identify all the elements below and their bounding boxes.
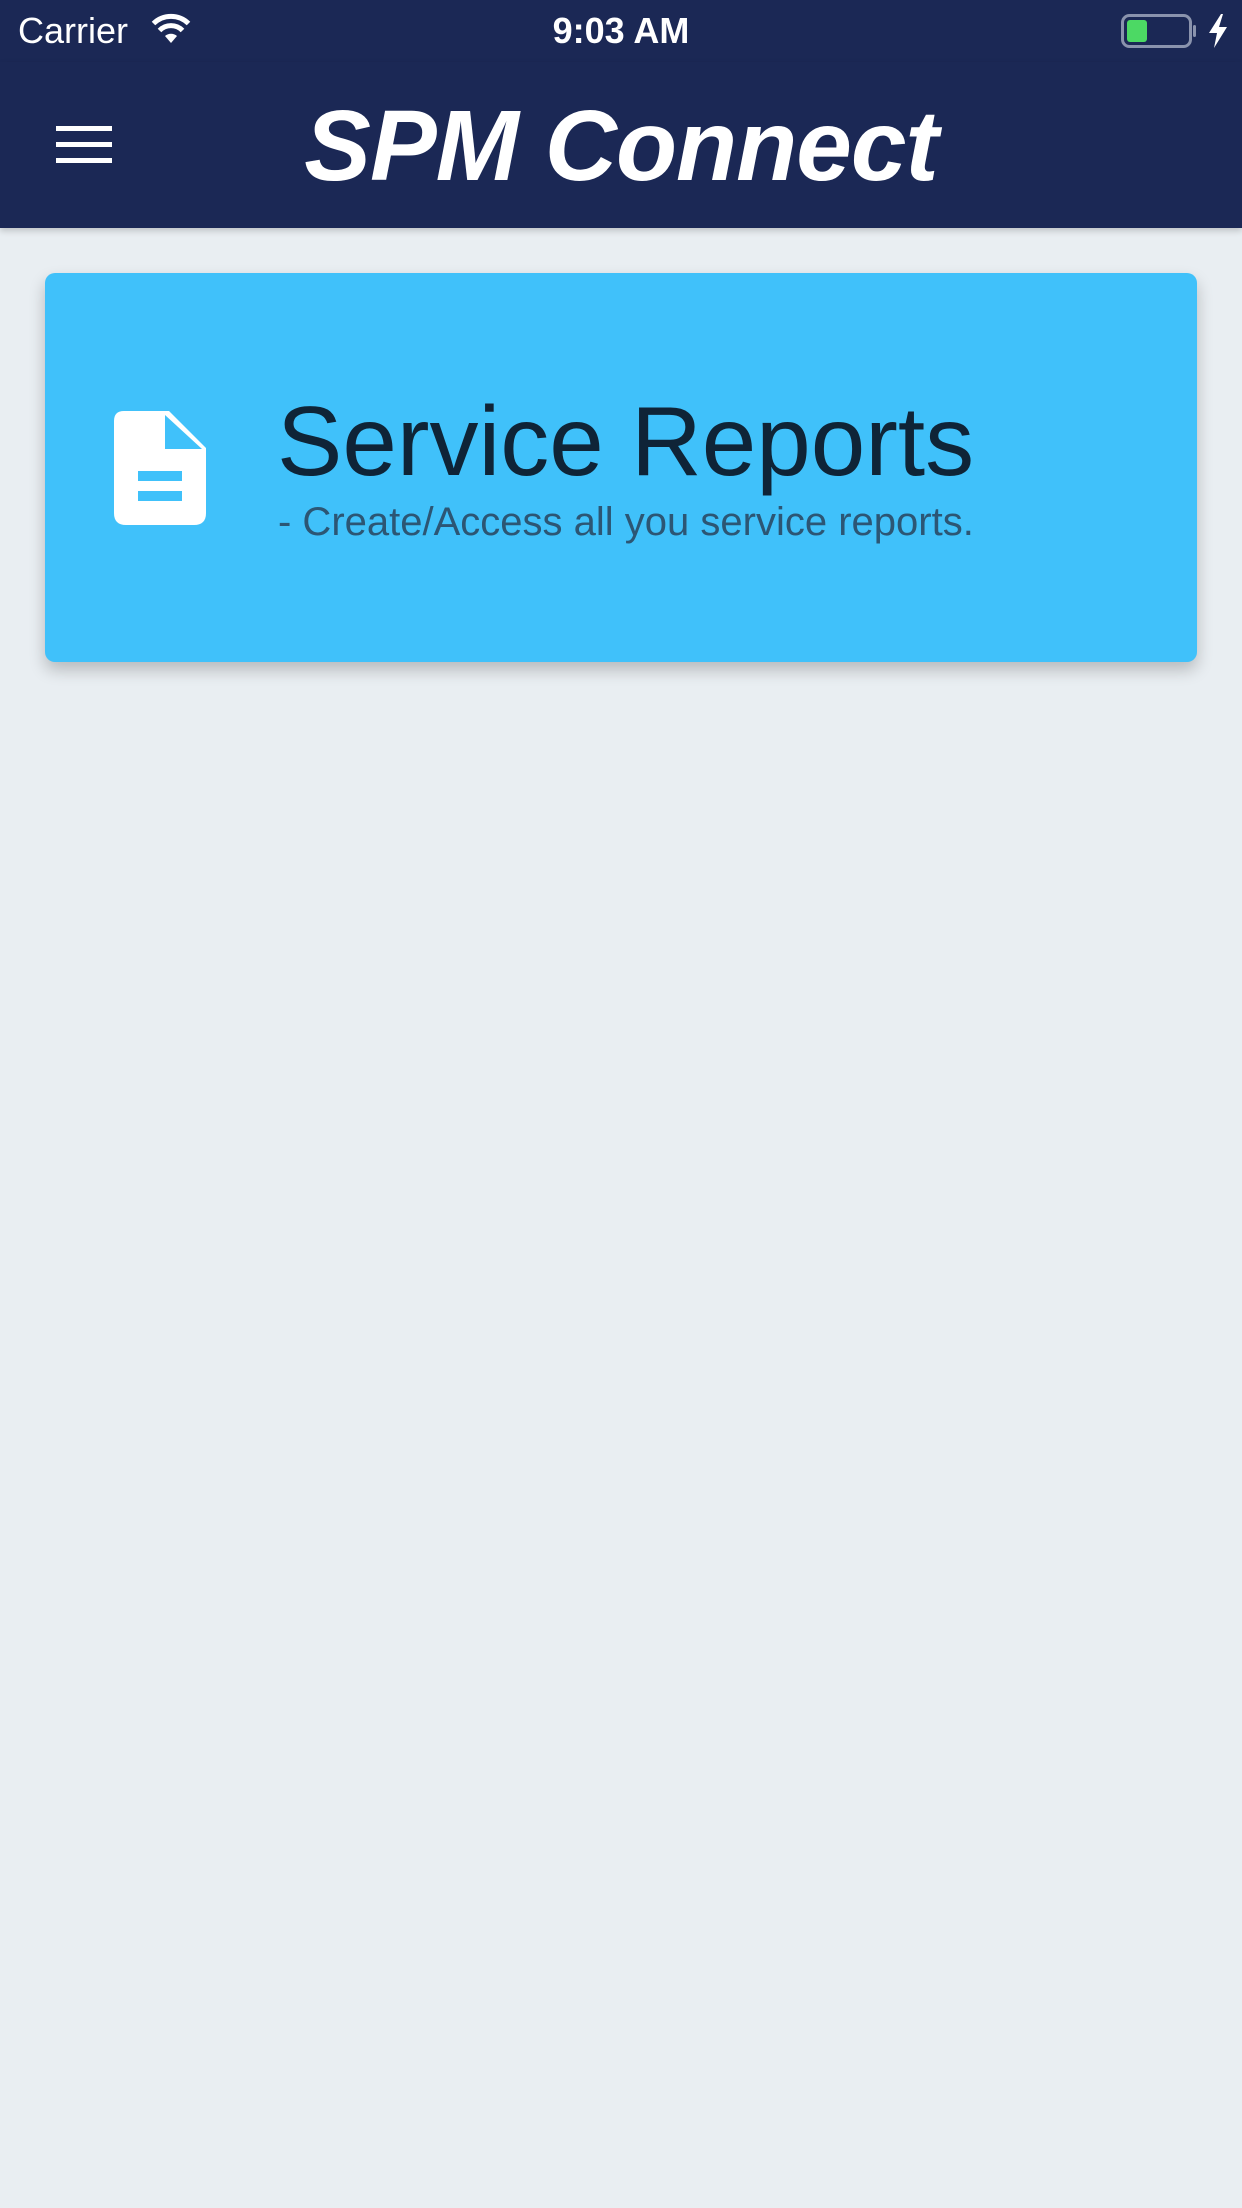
status-time: 9:03 AM <box>552 10 690 51</box>
status-bar: Carrier 9:03 AM <box>0 0 1242 62</box>
battery-charging-icon <box>1121 14 1196 48</box>
app-title: SPM Connect <box>304 90 938 202</box>
nav-bar: SPM Connect <box>0 62 1242 228</box>
charging-bolt-icon <box>1209 14 1227 48</box>
card-subtitle: - Create/Access all you service reports. <box>278 500 974 544</box>
main-content: Service Reports - Create/Access all you … <box>0 228 1242 2208</box>
service-reports-card[interactable]: Service Reports - Create/Access all you … <box>45 273 1197 662</box>
document-icon <box>114 411 206 525</box>
card-title: Service Reports <box>277 386 975 496</box>
